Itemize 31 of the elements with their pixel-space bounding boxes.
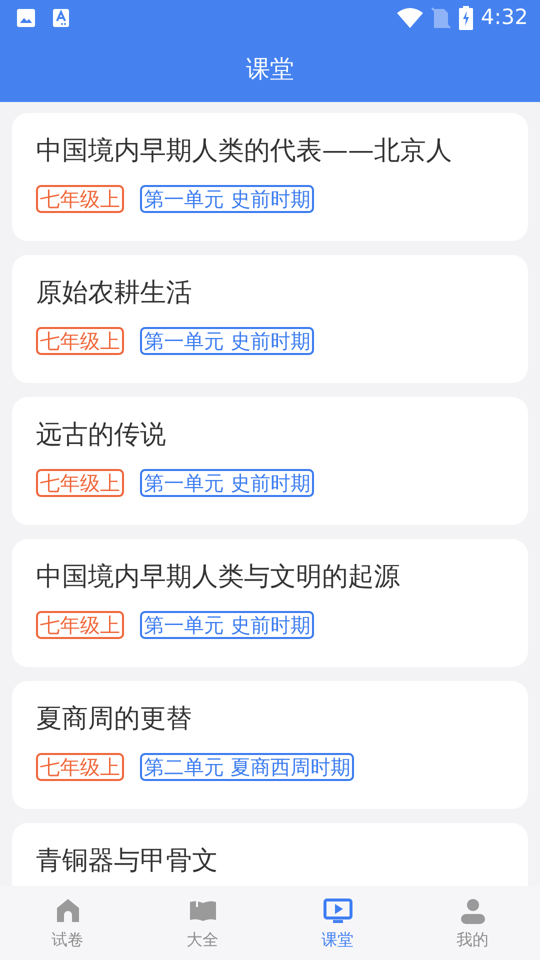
wifi-icon [396,8,423,28]
unit-tag: 第一单元 史前时期 [140,327,314,355]
lesson-title: 中国境内早期人类与文明的起源 [36,561,401,594]
image-icon [16,8,36,28]
no-sim-icon [430,7,451,29]
page-title: 课堂 [246,54,294,85]
unit-tag: 第一单元 史前时期 [140,611,314,639]
lesson-card[interactable]: 中国境内早期人类与文明的起源 七年级上 第一单元 史前时期 [12,539,528,667]
unit-tag: 第一单元 史前时期 [140,185,314,213]
video-icon [322,896,352,926]
lesson-card[interactable]: 中国境内早期人类的代表——北京人 七年级上 第一单元 史前时期 [12,113,528,241]
lesson-title: 夏商周的更替 [36,703,193,736]
grade-tag: 七年级上 [36,327,124,355]
lesson-card[interactable]: 夏商周的更替 七年级上 第二单元 夏商西周时期 [12,681,528,809]
unit-tag: 第一单元 史前时期 [140,469,314,497]
battery-charging-icon [458,6,473,30]
lesson-card[interactable]: 原始农耕生活 七年级上 第一单元 史前时期 [12,255,528,383]
lesson-title: 青铜器与甲骨文 [36,845,219,878]
grade-tag: 七年级上 [36,469,124,497]
clock-time: 4:32 [480,4,528,32]
lesson-title: 远古的传说 [36,419,167,452]
lesson-card[interactable]: 青铜器与甲骨文 [12,823,528,886]
lesson-card[interactable]: 远古的传说 七年级上 第一单元 史前时期 [12,397,528,525]
grade-tag: 七年级上 [36,185,124,213]
font-icon [52,8,70,28]
unit-tag: 第二单元 夏商西周时期 [140,753,354,781]
grade-tag: 七年级上 [36,611,124,639]
lesson-title: 原始农耕生活 [36,277,193,310]
nav-tab[interactable]: 课堂 [270,886,405,960]
grade-tag: 七年级上 [36,753,124,781]
lesson-title: 中国境内早期人类的代表——北京人 [36,135,453,168]
